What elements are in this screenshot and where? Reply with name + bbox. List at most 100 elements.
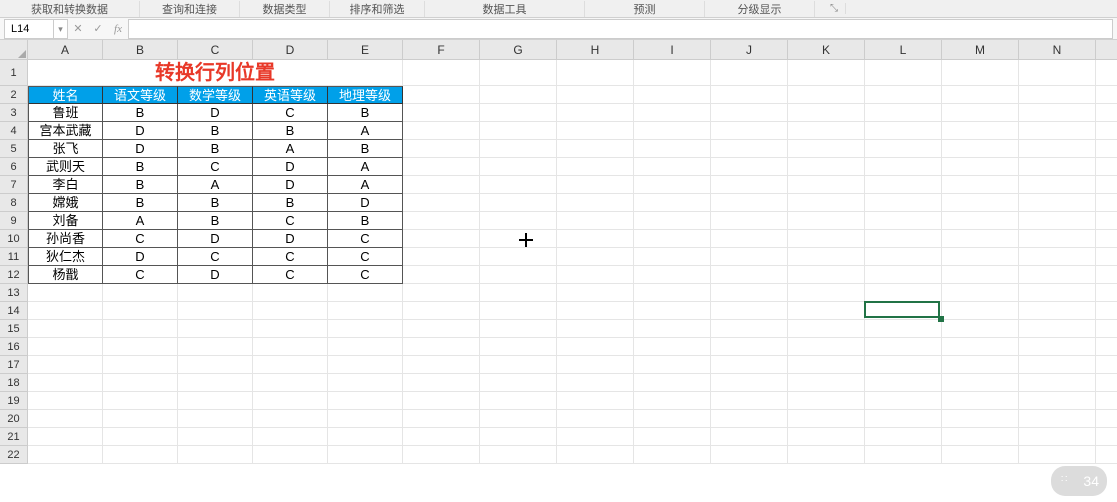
cell-L18[interactable] bbox=[865, 374, 942, 392]
table-cell-r8-c0[interactable]: 狄仁杰 bbox=[28, 248, 103, 266]
cell-J9[interactable] bbox=[711, 212, 788, 230]
cell-C18[interactable] bbox=[178, 374, 253, 392]
cell-H5[interactable] bbox=[557, 140, 634, 158]
cell-L14[interactable] bbox=[865, 302, 942, 320]
table-cell-r6-c0[interactable]: 刘备 bbox=[28, 212, 103, 230]
table-cell-r0-c1[interactable]: B bbox=[103, 104, 178, 122]
cell-G16[interactable] bbox=[480, 338, 557, 356]
cell-I21[interactable] bbox=[634, 428, 711, 446]
column-header-O[interactable]: O bbox=[1096, 40, 1117, 60]
cell-O2[interactable] bbox=[1096, 86, 1117, 104]
ribbon-group-get-transform[interactable]: 获取和转换数据 bbox=[0, 1, 140, 17]
cell-F12[interactable] bbox=[403, 266, 480, 284]
table-cell-r8-c1[interactable]: D bbox=[103, 248, 178, 266]
cell-L2[interactable] bbox=[865, 86, 942, 104]
cell-E13[interactable] bbox=[328, 284, 403, 302]
table-cell-r8-c3[interactable]: C bbox=[253, 248, 328, 266]
cell-F2[interactable] bbox=[403, 86, 480, 104]
cell-I11[interactable] bbox=[634, 248, 711, 266]
cell-I5[interactable] bbox=[634, 140, 711, 158]
cell-I7[interactable] bbox=[634, 176, 711, 194]
cell-B16[interactable] bbox=[103, 338, 178, 356]
cell-L9[interactable] bbox=[865, 212, 942, 230]
cell-N19[interactable] bbox=[1019, 392, 1096, 410]
select-all-corner[interactable] bbox=[0, 40, 28, 60]
row-header-5[interactable]: 5 bbox=[0, 140, 28, 158]
cell-K17[interactable] bbox=[788, 356, 865, 374]
cell-L20[interactable] bbox=[865, 410, 942, 428]
cell-M16[interactable] bbox=[942, 338, 1019, 356]
ribbon-group-queries[interactable]: 查询和连接 bbox=[140, 1, 240, 17]
cell-N4[interactable] bbox=[1019, 122, 1096, 140]
cell-O16[interactable] bbox=[1096, 338, 1117, 356]
cell-F8[interactable] bbox=[403, 194, 480, 212]
cell-C19[interactable] bbox=[178, 392, 253, 410]
table-cell-r2-c2[interactable]: B bbox=[178, 140, 253, 158]
column-header-D[interactable]: D bbox=[253, 40, 328, 60]
cell-G15[interactable] bbox=[480, 320, 557, 338]
cell-M20[interactable] bbox=[942, 410, 1019, 428]
cell-J16[interactable] bbox=[711, 338, 788, 356]
table-cell-r9-c3[interactable]: C bbox=[253, 266, 328, 284]
cell-I3[interactable] bbox=[634, 104, 711, 122]
table-cell-r7-c2[interactable]: D bbox=[178, 230, 253, 248]
table-cell-r2-c1[interactable]: D bbox=[103, 140, 178, 158]
cell-N17[interactable] bbox=[1019, 356, 1096, 374]
row-header-7[interactable]: 7 bbox=[0, 176, 28, 194]
cell-G18[interactable] bbox=[480, 374, 557, 392]
cell-G6[interactable] bbox=[480, 158, 557, 176]
cell-K16[interactable] bbox=[788, 338, 865, 356]
cell-B17[interactable] bbox=[103, 356, 178, 374]
cell-A13[interactable] bbox=[28, 284, 103, 302]
cell-G21[interactable] bbox=[480, 428, 557, 446]
cell-K14[interactable] bbox=[788, 302, 865, 320]
formula-input[interactable] bbox=[128, 19, 1113, 39]
cell-H8[interactable] bbox=[557, 194, 634, 212]
cell-H14[interactable] bbox=[557, 302, 634, 320]
cell-L19[interactable] bbox=[865, 392, 942, 410]
cell-H1[interactable] bbox=[557, 60, 634, 86]
cell-H19[interactable] bbox=[557, 392, 634, 410]
cell-B20[interactable] bbox=[103, 410, 178, 428]
cell-E21[interactable] bbox=[328, 428, 403, 446]
cell-F4[interactable] bbox=[403, 122, 480, 140]
cell-H17[interactable] bbox=[557, 356, 634, 374]
table-cell-r1-c4[interactable]: A bbox=[328, 122, 403, 140]
cell-G7[interactable] bbox=[480, 176, 557, 194]
table-cell-r3-c3[interactable]: D bbox=[253, 158, 328, 176]
row-header-13[interactable]: 13 bbox=[0, 284, 28, 302]
cell-L15[interactable] bbox=[865, 320, 942, 338]
cell-O15[interactable] bbox=[1096, 320, 1117, 338]
cell-F20[interactable] bbox=[403, 410, 480, 428]
table-cell-r0-c4[interactable]: B bbox=[328, 104, 403, 122]
table-cell-r4-c1[interactable]: B bbox=[103, 176, 178, 194]
cell-L17[interactable] bbox=[865, 356, 942, 374]
cell-O12[interactable] bbox=[1096, 266, 1117, 284]
cell-H21[interactable] bbox=[557, 428, 634, 446]
cell-E14[interactable] bbox=[328, 302, 403, 320]
cell-K5[interactable] bbox=[788, 140, 865, 158]
cell-F6[interactable] bbox=[403, 158, 480, 176]
cell-N7[interactable] bbox=[1019, 176, 1096, 194]
cell-F10[interactable] bbox=[403, 230, 480, 248]
cell-O14[interactable] bbox=[1096, 302, 1117, 320]
cell-O17[interactable] bbox=[1096, 356, 1117, 374]
fill-handle[interactable] bbox=[938, 316, 944, 322]
cell-A15[interactable] bbox=[28, 320, 103, 338]
column-header-E[interactable]: E bbox=[328, 40, 403, 60]
cell-O11[interactable] bbox=[1096, 248, 1117, 266]
cell-O22[interactable] bbox=[1096, 446, 1117, 464]
cell-O6[interactable] bbox=[1096, 158, 1117, 176]
cell-I6[interactable] bbox=[634, 158, 711, 176]
table-header-2[interactable]: 数学等级 bbox=[178, 86, 253, 104]
row-header-3[interactable]: 3 bbox=[0, 104, 28, 122]
table-cell-r6-c3[interactable]: C bbox=[253, 212, 328, 230]
cell-C21[interactable] bbox=[178, 428, 253, 446]
cell-F21[interactable] bbox=[403, 428, 480, 446]
cell-M12[interactable] bbox=[942, 266, 1019, 284]
cell-M9[interactable] bbox=[942, 212, 1019, 230]
cell-M7[interactable] bbox=[942, 176, 1019, 194]
cell-J8[interactable] bbox=[711, 194, 788, 212]
cell-D19[interactable] bbox=[253, 392, 328, 410]
cell-H2[interactable] bbox=[557, 86, 634, 104]
